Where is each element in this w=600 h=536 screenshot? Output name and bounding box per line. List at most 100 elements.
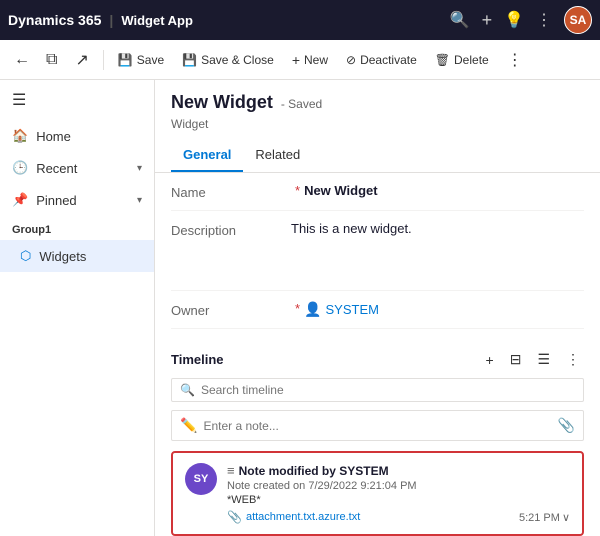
sidebar-item-pinned[interactable]: 📌 Pinned ▾ — [0, 184, 154, 216]
note-title-text: Note modified by SYSTEM — [239, 464, 389, 478]
note-avatar: SY — [185, 463, 217, 495]
bulb-icon[interactable]: 💡 — [504, 10, 524, 30]
sidebar-item-recent[interactable]: 🕒 Recent ▾ — [0, 152, 154, 184]
description-field-row: Description This is a new widget. — [171, 211, 584, 291]
back-button[interactable]: ← — [8, 47, 36, 73]
more-icon[interactable]: ⋮ — [536, 10, 552, 30]
navigation-buttons: ← — [8, 47, 36, 73]
brand: Dynamics 365 | Widget App — [8, 12, 193, 28]
save-button[interactable]: 💾 Save — [110, 49, 172, 71]
form-title-row: New Widget - Saved — [171, 92, 584, 113]
content-area: New Widget - Saved Widget General Relate… — [155, 80, 600, 536]
timeline-more-button[interactable]: ⋮ — [562, 349, 584, 370]
search-icon[interactable]: 🔍 — [450, 10, 470, 30]
home-label: Home — [36, 129, 71, 144]
attachment-icon: 📎 — [227, 510, 242, 524]
recent-icon: 🕒 — [12, 160, 28, 176]
attachment-name: attachment.txt.azure.txt — [246, 511, 360, 523]
timeline-list-button[interactable]: ☰ — [533, 349, 554, 370]
timeline-search-input[interactable] — [201, 383, 575, 397]
brand-name: Dynamics 365 — [8, 12, 101, 28]
owner-label: Owner — [171, 301, 291, 318]
form-tabs: General Related — [171, 139, 584, 172]
sidebar-item-home[interactable]: 🏠 Home — [0, 120, 154, 152]
note-title-row: ≡ Note modified by SYSTEM — [227, 463, 509, 478]
new-icon: + — [292, 52, 300, 68]
owner-value[interactable]: 👤 SYSTEM — [304, 301, 584, 318]
nav-divider: | — [109, 12, 113, 28]
description-label: Description — [171, 221, 291, 238]
timestamp-text: 5:21 PM — [519, 512, 560, 524]
separator1 — [103, 50, 104, 70]
group-label: Group1 — [0, 216, 154, 240]
form-subtitle: Widget — [171, 117, 584, 131]
timeline-add-button[interactable]: + — [482, 350, 498, 370]
tab-general[interactable]: General — [171, 139, 243, 172]
attachment-clip-icon[interactable]: 📎 — [558, 417, 575, 434]
pin-icon: 📌 — [12, 192, 28, 208]
owner-name: SYSTEM — [326, 302, 379, 317]
timeline-title: Timeline — [171, 352, 482, 367]
share-button[interactable]: ↗ — [67, 46, 96, 74]
deactivate-button[interactable]: ⊘ Deactivate — [338, 49, 425, 71]
note-input-row[interactable]: ✏️ 📎 — [171, 410, 584, 441]
tab-related[interactable]: Related — [243, 139, 312, 172]
note-meta: Note created on 7/29/2022 9:21:04 PM — [227, 480, 509, 492]
timeline-note-card: SY ≡ Note modified by SYSTEM Note create… — [171, 451, 584, 536]
new-button[interactable]: + New — [284, 48, 336, 72]
timeline-search[interactable]: 🔍 — [171, 378, 584, 402]
form-header: New Widget - Saved Widget General Relate… — [155, 80, 600, 173]
deactivate-icon: ⊘ — [346, 53, 356, 67]
form-section-main: Name * New Widget Description This is a … — [155, 173, 600, 329]
form-title: New Widget — [171, 92, 273, 113]
top-navigation: Dynamics 365 | Widget App 🔍 + 💡 ⋮ SA — [0, 0, 600, 40]
toolbar-more-button[interactable]: ⋮ — [499, 46, 531, 74]
new-label: New — [304, 53, 328, 67]
main-layout: ☰ 🏠 Home 🕒 Recent ▾ 📌 Pinned ▾ Group1 ⬡ … — [0, 80, 600, 536]
nav-right: 🔍 + 💡 ⋮ SA — [450, 6, 592, 34]
home-icon: 🏠 — [12, 128, 28, 144]
note-body: ≡ Note modified by SYSTEM Note created o… — [227, 463, 509, 524]
toolbar: ← ⧉ ↗ 💾 Save 💾 Save & Close + New ⊘ Deac… — [0, 40, 600, 80]
name-field-row: Name * New Widget — [171, 173, 584, 211]
hamburger-menu[interactable]: ☰ — [0, 80, 154, 120]
save-close-icon: 💾 — [182, 53, 197, 67]
owner-field-row: Owner * 👤 SYSTEM — [171, 291, 584, 329]
user-avatar[interactable]: SA — [564, 6, 592, 34]
add-icon[interactable]: + — [482, 10, 493, 31]
owner-required: * — [295, 301, 300, 316]
deactivate-label: Deactivate — [360, 53, 417, 67]
delete-button[interactable]: 🗑 Delete — [427, 49, 497, 71]
name-value[interactable]: New Widget — [304, 183, 584, 198]
pinned-label: Pinned — [36, 193, 76, 208]
note-input[interactable] — [203, 419, 551, 433]
timeline-header: Timeline + ⊟ ☰ ⋮ — [171, 349, 584, 370]
pinned-chevron-icon: ▾ — [137, 195, 142, 206]
widgets-icon: ⬡ — [20, 248, 31, 264]
timestamp-chevron-icon[interactable]: ∨ — [562, 511, 570, 524]
delete-icon: 🗑 — [435, 53, 450, 67]
recent-label: Recent — [36, 161, 77, 176]
widgets-label: Widgets — [39, 249, 86, 264]
pencil-icon: ✏️ — [180, 417, 197, 434]
form-saved-status: - Saved — [281, 97, 322, 111]
save-close-label: Save & Close — [201, 53, 274, 67]
sidebar: ☰ 🏠 Home 🕒 Recent ▾ 📌 Pinned ▾ Group1 ⬡ … — [0, 80, 155, 536]
timeline-actions: + ⊟ ☰ ⋮ — [482, 349, 584, 370]
note-web: *WEB* — [227, 494, 509, 506]
description-value[interactable]: This is a new widget. — [291, 221, 584, 236]
note-type-icon: ≡ — [227, 463, 235, 478]
timeline-filter-button[interactable]: ⊟ — [506, 349, 526, 370]
owner-icon: 👤 — [304, 301, 321, 318]
app-name: Widget App — [121, 13, 193, 28]
sidebar-item-widgets[interactable]: ⬡ Widgets — [0, 240, 154, 272]
copy-button[interactable]: ⧉ — [38, 47, 65, 73]
note-attachment[interactable]: 📎 attachment.txt.azure.txt — [227, 510, 509, 524]
name-label: Name — [171, 183, 291, 200]
timeline-section: Timeline + ⊟ ☰ ⋮ 🔍 ✏️ 📎 — [155, 337, 600, 536]
name-required: * — [295, 183, 300, 198]
form-content: Name * New Widget Description This is a … — [155, 173, 600, 536]
save-label: Save — [137, 53, 164, 67]
save-icon: 💾 — [118, 53, 133, 67]
save-close-button[interactable]: 💾 Save & Close — [174, 49, 282, 71]
